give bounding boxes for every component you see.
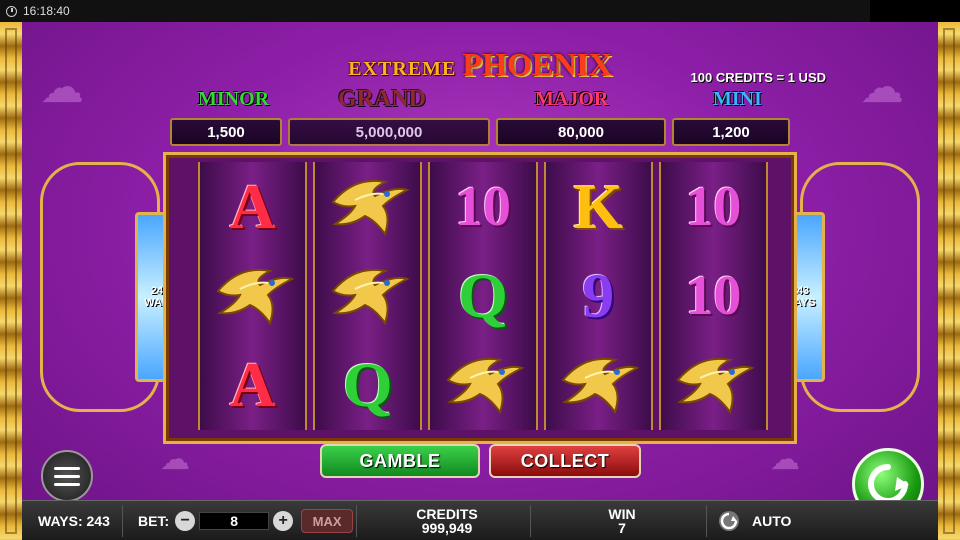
- gamble-button[interactable]: GAMBLE: [320, 444, 480, 478]
- bottom-bar: WAYS: 243 BET: − 8 + MAX CREDITS 999,949…: [22, 500, 938, 540]
- collect-button[interactable]: COLLECT: [489, 444, 641, 478]
- credits-label: CREDITS: [416, 506, 478, 522]
- bet-control: BET: − 8 + MAX: [138, 501, 354, 540]
- symbol-a: A: [229, 349, 276, 421]
- phoenix-symbol-icon: [200, 251, 305, 340]
- reel-3: 10 Q: [428, 162, 538, 430]
- symbol-k: K: [573, 170, 624, 242]
- reel-5: 10 10: [658, 162, 769, 430]
- jackpot-minor-label: MINOR: [198, 88, 270, 110]
- status-bar-filler: [870, 0, 960, 22]
- auto-button[interactable]: AUTO: [718, 501, 791, 540]
- menu-button[interactable]: [41, 450, 93, 502]
- status-bar: 16:18:40: [0, 0, 960, 22]
- win-label: WIN: [608, 506, 636, 522]
- phoenix-symbol-icon: [430, 341, 535, 430]
- credits-display: CREDITS 999,949: [402, 501, 492, 540]
- symbol-q: Q: [458, 259, 508, 331]
- symbol-10: 10: [685, 175, 742, 238]
- cloud-ornament-icon: ☁: [160, 443, 190, 476]
- hamburger-icon: [54, 466, 80, 470]
- bet-value: 8: [199, 512, 270, 530]
- jackpot-mini-value: 1,200: [672, 118, 790, 146]
- win-value: 7: [618, 520, 626, 536]
- phoenix-symbol-icon: [661, 341, 766, 430]
- ways-display: WAYS: 243: [38, 501, 110, 540]
- cloud-ornament-icon: ☁: [770, 443, 800, 476]
- denomination-label: 100 CREDITS = 1 USD: [690, 70, 826, 85]
- logo-phoenix: PHOENIX: [462, 46, 612, 82]
- status-time: 16:18:40: [23, 4, 70, 18]
- auto-label: AUTO: [752, 513, 792, 529]
- symbol-10: 10: [685, 264, 742, 327]
- phoenix-symbol-icon: [546, 341, 651, 430]
- divider: [122, 505, 123, 537]
- ways-label: WAYS:: [38, 513, 83, 529]
- left-gold-pillar: [0, 22, 22, 540]
- phoenix-symbol-icon: [315, 162, 420, 251]
- max-bet-button[interactable]: MAX: [301, 509, 354, 533]
- jackpot-mini-label: MINI: [713, 88, 762, 110]
- symbol-10: 10: [455, 175, 511, 238]
- jackpot-major-value: 80,000: [496, 118, 666, 146]
- symbol-q: Q: [342, 349, 393, 421]
- win-display: WIN 7: [592, 501, 652, 540]
- divider: [706, 505, 707, 537]
- bet-label: BET:: [138, 513, 170, 529]
- jackpot-major-label: MAJOR: [535, 88, 609, 110]
- ways-value: 243: [86, 513, 110, 529]
- jackpot-grand-label: GRAND: [338, 86, 426, 112]
- credits-value: 999,949: [421, 520, 473, 536]
- bet-increase-button[interactable]: +: [273, 511, 294, 531]
- divider: [530, 505, 531, 537]
- auto-spin-icon: [719, 511, 739, 531]
- reel-area: A A Q 10 Q K9 10 10: [198, 162, 769, 430]
- bet-decrease-button[interactable]: −: [175, 511, 196, 531]
- right-gold-pillar: [938, 22, 960, 540]
- clock-icon: [6, 5, 17, 17]
- hamburger-icon: [54, 474, 80, 478]
- divider: [356, 505, 357, 537]
- hamburger-icon: [54, 482, 80, 486]
- game-screen: ☁ ☁ ☁ ☁ EXTREME PHOENIX 100 CREDITS = 1 U…: [0, 22, 960, 540]
- logo-extreme: EXTREME: [348, 58, 457, 80]
- phoenix-symbol-icon: [315, 251, 420, 340]
- jackpot-minor-value: 1,500: [170, 118, 282, 146]
- reel-1: A A: [198, 162, 308, 430]
- jackpot-grand-value: 5,000,000: [288, 118, 490, 146]
- reel-4: K9: [543, 162, 653, 430]
- symbol-a: A: [229, 170, 276, 242]
- symbol-9: 9: [582, 259, 615, 331]
- reel-2: Q: [313, 162, 423, 430]
